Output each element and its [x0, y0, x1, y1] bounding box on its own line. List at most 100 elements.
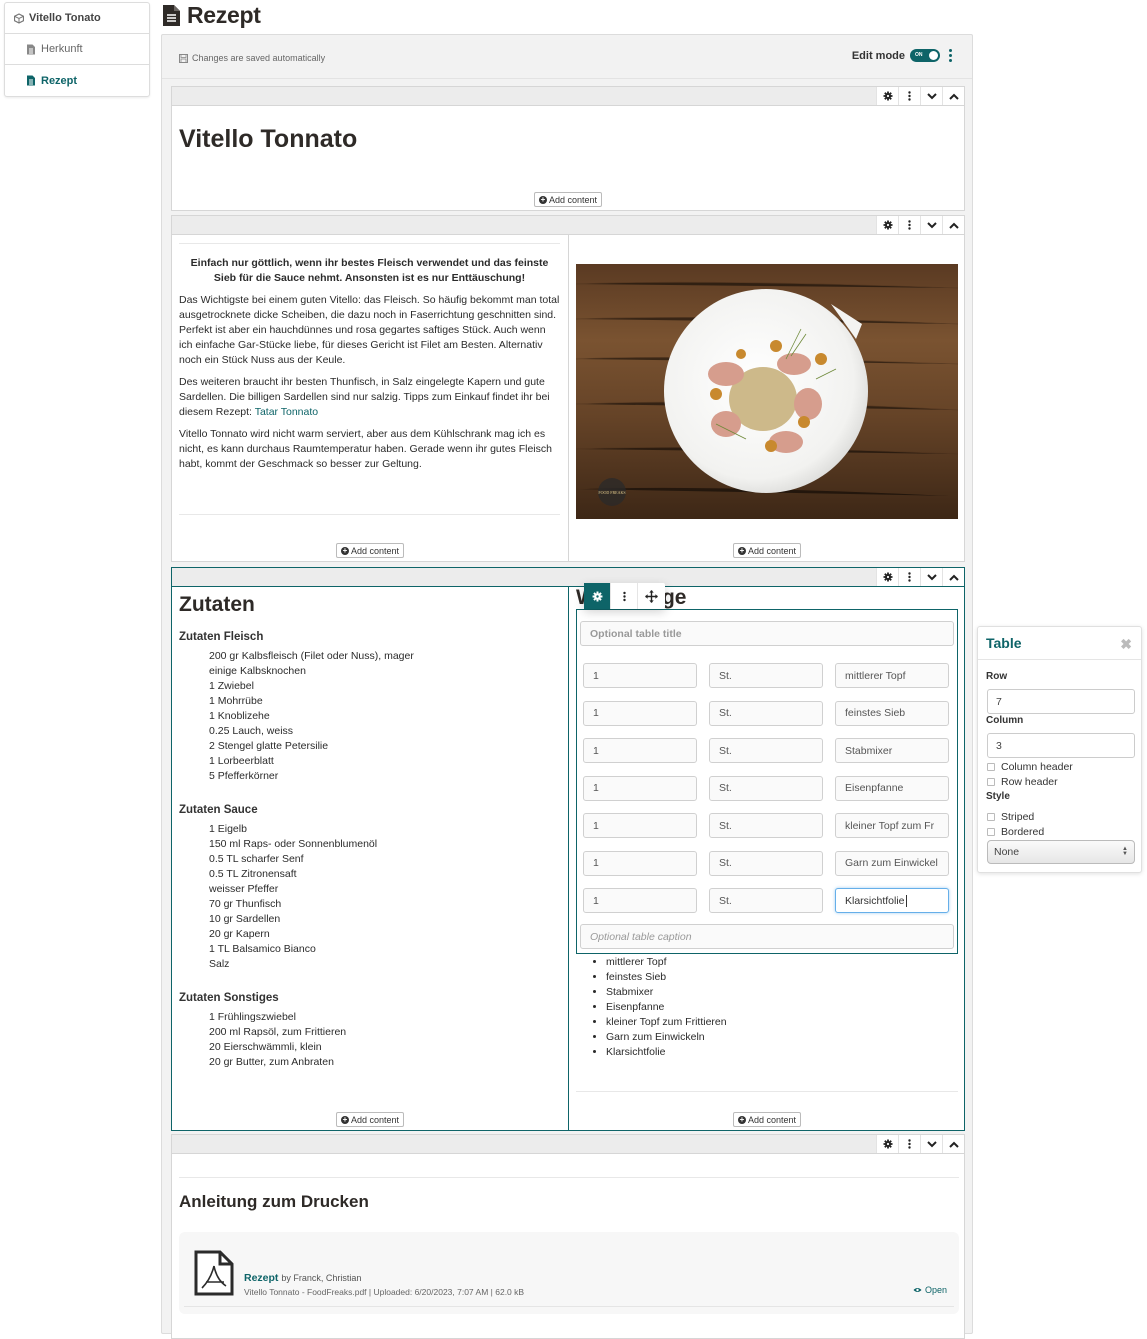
file-text-icon — [27, 44, 35, 54]
block-tools — [876, 216, 964, 234]
save-icon — [179, 53, 188, 63]
move-up-button[interactable] — [942, 216, 964, 234]
table-cell-input[interactable]: St. — [709, 738, 823, 763]
bordered-checkbox[interactable]: Bordered — [987, 826, 1044, 838]
open-file-button[interactable]: Open — [913, 1285, 947, 1295]
add-content-button[interactable]: + Add content — [336, 543, 405, 558]
select-arrows-icon: ▲ ▼ — [1122, 846, 1128, 857]
checkbox[interactable] — [987, 813, 995, 821]
move-down-button[interactable] — [920, 568, 942, 586]
ingredient-list: 1 Eigelb 150 ml Raps- oder Sonnenblumenöl… — [209, 822, 559, 972]
block-more-button[interactable] — [898, 216, 920, 234]
table-cell-input[interactable]: St. — [709, 700, 823, 726]
list-item: kleiner Topf zum Frittieren — [606, 1015, 727, 1030]
edit-mode-toggle[interactable]: ON — [910, 49, 940, 62]
table-cell-input[interactable]: Stabmixer — [835, 738, 949, 763]
block-toolbar — [172, 87, 964, 106]
add-content-button[interactable]: + Add content — [534, 192, 603, 207]
move-down-button[interactable] — [920, 1135, 942, 1153]
table-cell-input[interactable]: 1 — [583, 813, 697, 838]
table-cell-input[interactable]: St. — [709, 888, 823, 913]
list-item: 1 Knoblizehe — [209, 710, 270, 722]
table-cell-input[interactable]: 1 — [583, 888, 697, 913]
list-item: 150 ml Raps- oder Sonnenblumenöl — [209, 838, 378, 850]
gear-icon — [883, 1139, 892, 1149]
edit-mode-control: Edit mode ON — [852, 49, 952, 62]
table-cell-input[interactable]: mittlerer Topf — [835, 663, 949, 688]
table-caption-input[interactable]: Optional table caption — [580, 924, 954, 949]
divider — [179, 1177, 959, 1178]
page-header: Rezept — [162, 0, 261, 30]
close-icon[interactable]: ✖ — [1120, 636, 1132, 653]
element-move-handle[interactable] — [638, 583, 665, 609]
block-more-button[interactable] — [898, 1135, 920, 1153]
element-toolbar — [584, 583, 665, 609]
chevron-up-icon — [948, 1141, 959, 1148]
column-header-checkbox[interactable]: Column header — [987, 761, 1073, 773]
print-heading: Anleitung zum Drucken — [179, 1192, 369, 1211]
move-up-button[interactable] — [942, 1135, 964, 1153]
chevron-down-icon — [926, 1140, 937, 1147]
table-cell-input[interactable]: feinstes Sieb — [835, 700, 949, 726]
move-up-button[interactable] — [942, 87, 964, 105]
table-cell-input[interactable]: 1 — [583, 700, 697, 726]
list-item: 1 Mohrrübe — [209, 695, 263, 707]
element-more-button[interactable] — [611, 583, 638, 609]
divider — [184, 1306, 954, 1307]
block-settings-button[interactable] — [876, 87, 898, 105]
table-cell-input[interactable]: Klarsichtfolie — [835, 888, 949, 913]
block-more-button[interactable] — [898, 87, 920, 105]
table-cell-input[interactable]: 1 — [583, 738, 697, 763]
add-content-button[interactable]: + Add content — [733, 1112, 802, 1127]
list-item: 20 Eierschwämmli, klein — [209, 1041, 322, 1053]
checkbox[interactable] — [987, 828, 995, 836]
ingredients-heading: Zutaten — [179, 593, 255, 616]
move-up-button[interactable] — [942, 568, 964, 586]
checkbox[interactable] — [987, 763, 995, 771]
table-cell-input[interactable]: kleiner Topf zum Fr — [835, 813, 949, 838]
add-content-button[interactable]: + Add content — [336, 1112, 405, 1127]
table-cell-input[interactable]: St. — [709, 813, 823, 838]
sidebar-item-rezept[interactable]: Rezept — [5, 65, 149, 96]
move-down-button[interactable] — [920, 216, 942, 234]
more-options-icon[interactable] — [949, 49, 952, 62]
chevron-down-icon — [926, 221, 937, 228]
table-cell-input[interactable]: Eisenpfanne — [835, 775, 949, 801]
list-item: 5 Pfefferkörner — [209, 770, 279, 782]
table-style-select[interactable]: None ▲ ▼ — [987, 840, 1135, 864]
sidebar-item-herkunft[interactable]: Herkunft — [5, 34, 149, 65]
column-count-input[interactable]: 3 — [987, 733, 1135, 758]
block-settings-button[interactable] — [876, 568, 898, 586]
table-cell-input[interactable]: St. — [709, 850, 823, 876]
table-cell-input[interactable]: 1 — [583, 850, 697, 876]
table-title-input[interactable]: Optional table title — [580, 621, 954, 646]
row-header-checkbox[interactable]: Row header — [987, 776, 1058, 788]
table-cell-input[interactable]: St. — [709, 663, 823, 688]
table-cell-input[interactable]: 1 — [583, 775, 697, 801]
checkbox[interactable] — [987, 778, 995, 786]
kebab-icon — [622, 591, 626, 601]
move-down-button[interactable] — [920, 87, 942, 105]
row-count-input[interactable]: 7 — [987, 689, 1135, 714]
column-divider — [568, 235, 569, 561]
list-item: Klarsichtfolie — [606, 1045, 727, 1060]
block-settings-button[interactable] — [876, 1135, 898, 1153]
tatar-tonnato-link[interactable]: Tatar Tonnato — [255, 406, 318, 418]
list-item: 1 Frühlingszwiebel — [209, 1011, 296, 1023]
block-settings-button[interactable] — [876, 216, 898, 234]
block-more-button[interactable] — [898, 568, 920, 586]
table-cell-input[interactable]: St. — [709, 775, 823, 801]
kebab-icon — [908, 220, 911, 230]
table-properties-panel: Table ✖ Row 7 Column 3 Column header Row… — [977, 626, 1142, 873]
file-link[interactable]: Rezept — [244, 1272, 278, 1284]
sidebar-item-vitello-tonato[interactable]: Vitello Tonato — [5, 3, 149, 34]
list-item: 20 gr Kapern — [209, 928, 270, 940]
intro-text: Einfach nur göttlich, wenn ihr bestes Fl… — [179, 256, 560, 479]
table-cell-input[interactable]: 1 — [583, 663, 697, 688]
striped-checkbox[interactable]: Striped — [987, 811, 1034, 823]
add-content-button[interactable]: + Add content — [733, 543, 802, 558]
table-cell-input[interactable]: Garn zum Einwickel — [835, 850, 949, 876]
element-settings-button[interactable] — [584, 583, 611, 609]
block-tools — [876, 568, 964, 586]
plus-circle-icon: + — [539, 194, 547, 204]
